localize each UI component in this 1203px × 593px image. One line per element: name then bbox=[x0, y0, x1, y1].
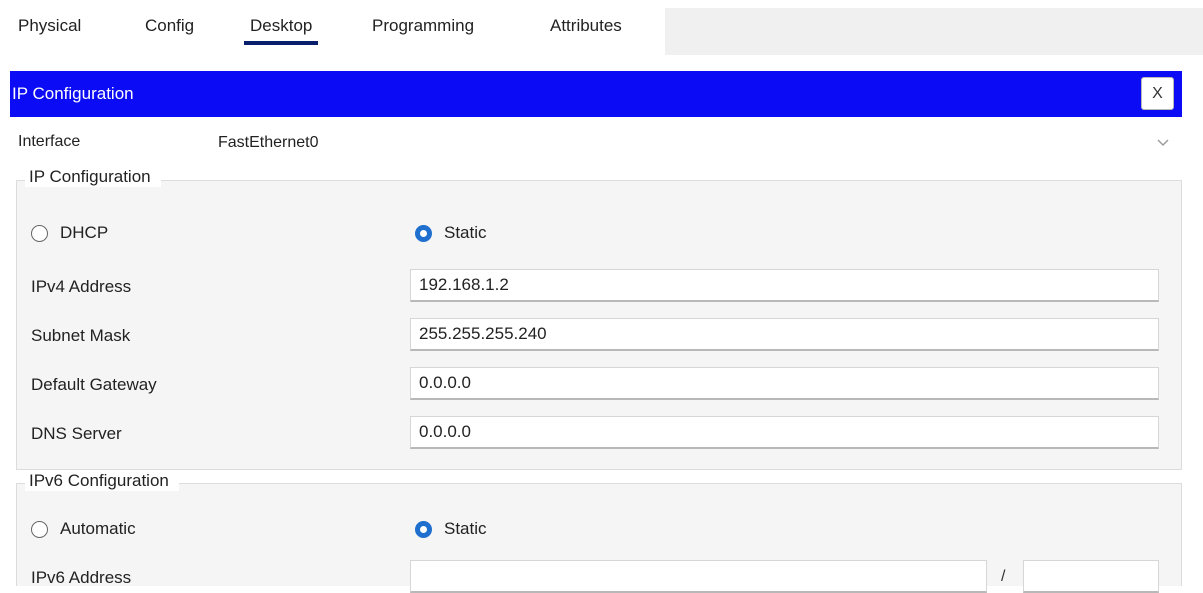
static-label: Static bbox=[444, 223, 487, 242]
chevron-down-icon bbox=[1157, 139, 1169, 146]
interface-row: Interface FastEthernet0 bbox=[10, 127, 1182, 159]
radio-selected-icon bbox=[415, 520, 432, 538]
automatic-label: Automatic bbox=[60, 519, 136, 538]
default-gateway-value: 0.0.0.0 bbox=[419, 373, 471, 392]
ipv4-config-group: IP Configuration DHCP Static IPv4 Addres… bbox=[16, 167, 1182, 470]
subnet-mask-label: Subnet Mask bbox=[31, 326, 131, 345]
tab-config[interactable]: Config bbox=[145, 16, 194, 36]
close-icon: X bbox=[1152, 84, 1163, 102]
prefix-separator: / bbox=[1001, 568, 1006, 585]
tab-attributes[interactable]: Attributes bbox=[550, 16, 622, 36]
ipv4-address-value: 192.168.1.2 bbox=[419, 275, 509, 294]
tab-desktop[interactable]: Desktop bbox=[243, 16, 319, 45]
ipv6-address-label: IPv6 Address bbox=[31, 568, 132, 587]
tab-physical[interactable]: Physical bbox=[18, 16, 81, 36]
radio-unselected-icon bbox=[31, 224, 48, 242]
ipv6-address-field[interactable] bbox=[410, 560, 987, 593]
interface-label: Interface bbox=[18, 133, 81, 150]
tab-strip-filler bbox=[665, 8, 1203, 55]
ipv6-prefix-field[interactable] bbox=[1023, 560, 1159, 593]
ipv4-address-label: IPv4 Address bbox=[31, 277, 132, 296]
subnet-mask-value: 255.255.255.240 bbox=[419, 324, 547, 343]
tab-bar: Physical Config Desktop Programming Attr… bbox=[0, 0, 665, 55]
default-gateway-field[interactable]: 0.0.0.0 bbox=[410, 367, 1159, 400]
interface-value: FastEthernet0 bbox=[218, 134, 319, 151]
automatic-radio[interactable]: Automatic bbox=[31, 519, 136, 539]
window-title: IP Configuration bbox=[12, 84, 134, 103]
tab-programming[interactable]: Programming bbox=[372, 16, 474, 36]
close-button[interactable]: X bbox=[1141, 77, 1174, 110]
interface-select[interactable]: FastEthernet0 bbox=[208, 127, 1182, 159]
dns-server-value: 0.0.0.0 bbox=[419, 422, 471, 441]
dns-server-field[interactable]: 0.0.0.0 bbox=[410, 416, 1159, 449]
dhcp-label: DHCP bbox=[60, 223, 109, 242]
ipv6-static-radio[interactable]: Static bbox=[415, 519, 487, 539]
ipv4-group-title: IP Configuration bbox=[25, 167, 161, 187]
subnet-mask-field[interactable]: 255.255.255.240 bbox=[410, 318, 1159, 351]
static-radio[interactable]: Static bbox=[415, 223, 487, 243]
ipv4-address-field[interactable]: 192.168.1.2 bbox=[410, 269, 1159, 302]
radio-unselected-icon bbox=[31, 520, 48, 538]
ipv6-group-title: IPv6 Configuration bbox=[25, 471, 179, 491]
dns-server-label: DNS Server bbox=[31, 424, 122, 443]
default-gateway-label: Default Gateway bbox=[31, 375, 157, 394]
radio-selected-icon bbox=[415, 224, 432, 242]
window-titlebar: IP Configuration X bbox=[10, 71, 1182, 117]
dhcp-radio[interactable]: DHCP bbox=[31, 223, 108, 243]
ipv6-config-group: IPv6 Configuration Automatic Static IPv6… bbox=[16, 471, 1182, 593]
ipv6-static-label: Static bbox=[444, 519, 487, 538]
